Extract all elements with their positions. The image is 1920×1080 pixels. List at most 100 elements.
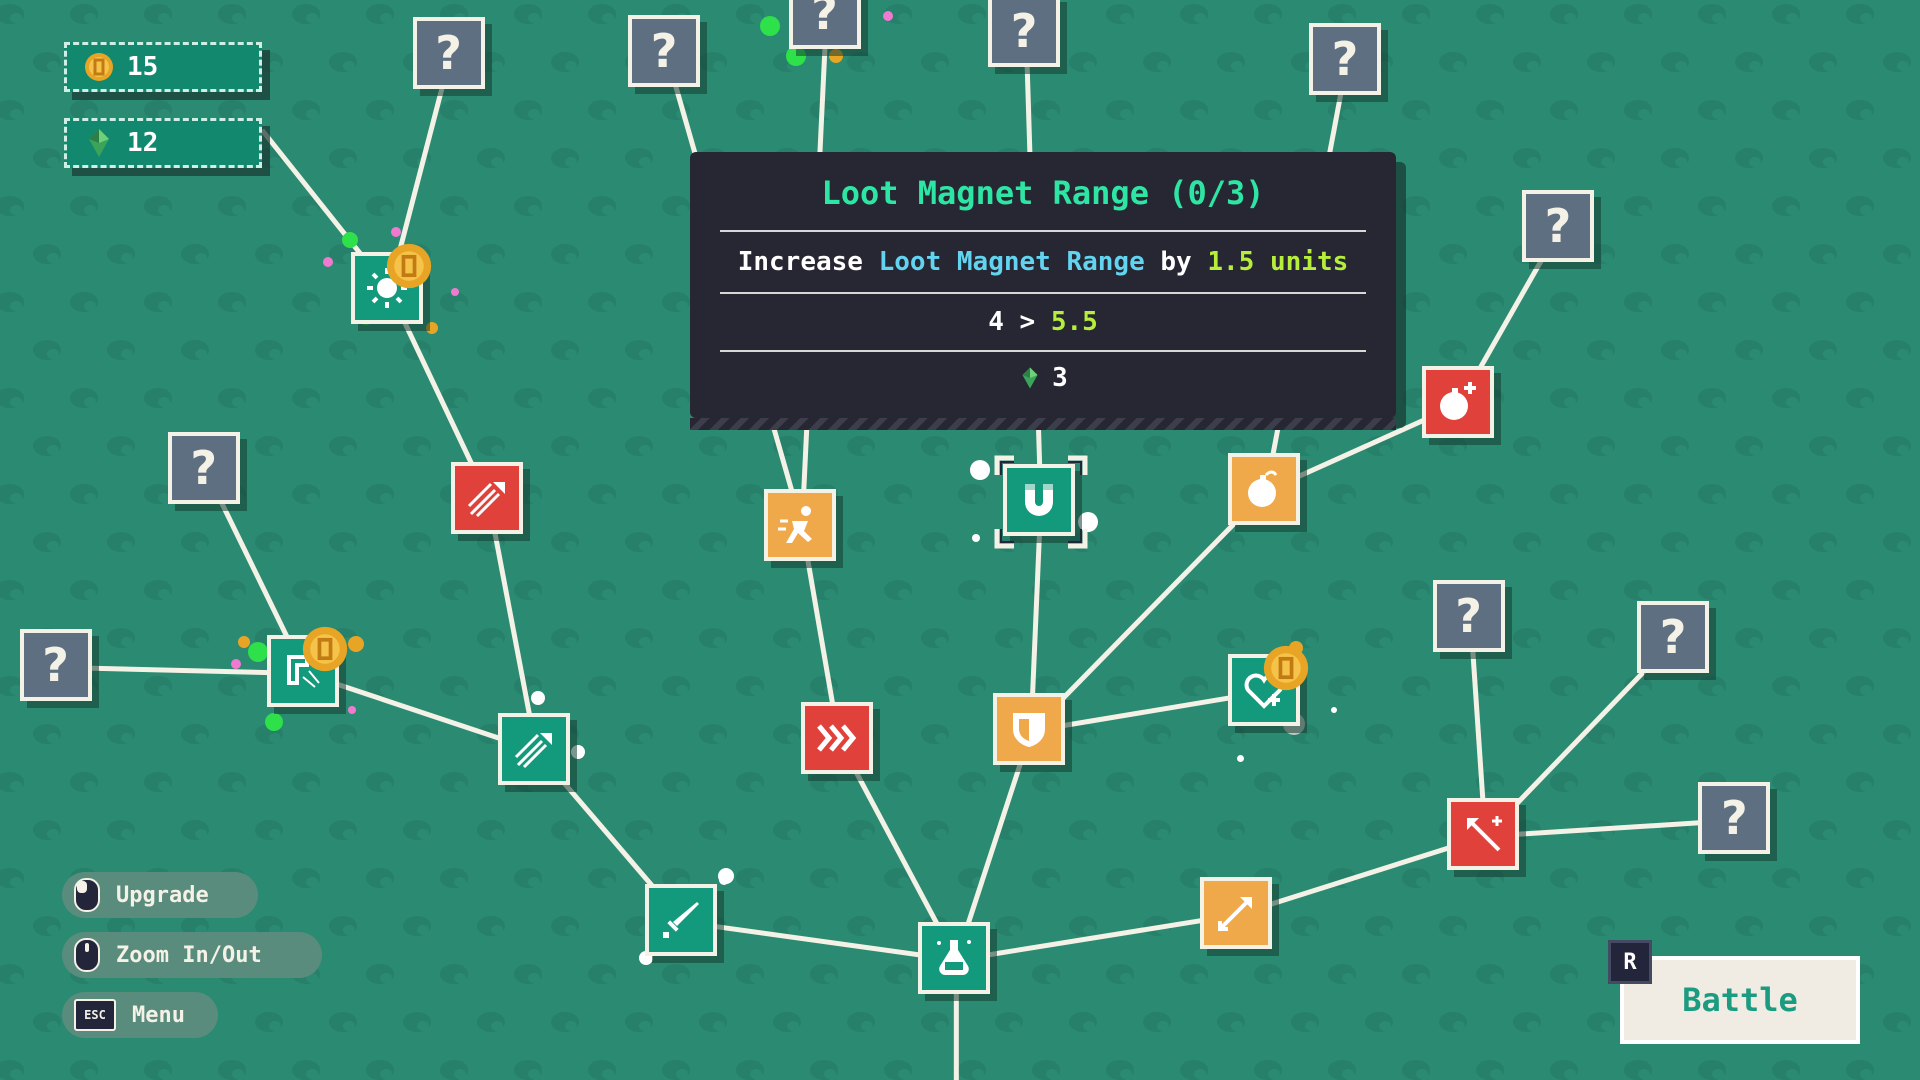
locked-node[interactable]: ? [19, 629, 92, 702]
hint-zoom-label: Zoom In/Out [116, 942, 262, 968]
question-icon: ? [1720, 791, 1748, 846]
gem-icon [1022, 367, 1038, 389]
stat-to: 5.5 [1050, 307, 1098, 337]
locked-node[interactable]: ? [1432, 580, 1505, 653]
locked-node[interactable]: ? [988, 0, 1061, 68]
arrow-node[interactable] [1199, 876, 1272, 949]
tooltip-stat-change: 4 > 5.5 [690, 294, 1396, 350]
upgrade-tooltip: Loot Magnet Range (0/3) Increase Loot Ma… [690, 152, 1396, 430]
particle [1078, 512, 1098, 532]
stat-arrow: > [1019, 307, 1036, 337]
heal-node[interactable] [1228, 645, 1309, 726]
locked-node[interactable]: ? [412, 17, 485, 90]
bomb-plus-node[interactable] [1421, 366, 1494, 439]
dash-node[interactable] [764, 488, 837, 561]
question-icon: ? [435, 26, 462, 81]
speed-node[interactable] [800, 701, 873, 774]
particle [451, 288, 459, 296]
bomb-icon [1248, 470, 1278, 508]
multi-arrow-red-node[interactable] [450, 461, 523, 534]
particle [972, 534, 980, 542]
chevrons-icon [816, 723, 857, 752]
potion-icon [937, 940, 972, 975]
sword-node[interactable] [645, 884, 718, 957]
desc-amount: 1.5 [1207, 247, 1255, 277]
locked-node[interactable]: ? [167, 432, 240, 505]
particle [531, 691, 545, 705]
boomerang-node[interactable] [266, 627, 348, 708]
bomb-plus-icon [1439, 382, 1476, 421]
locked-node[interactable]: ? [788, 0, 861, 49]
coin-icon [85, 53, 113, 81]
potion-node[interactable] [918, 922, 991, 994]
multi-arrow-node[interactable] [498, 712, 571, 785]
particle [760, 16, 780, 36]
question-icon: ? [190, 441, 218, 496]
desc-keyword-magnet: Magnet [956, 247, 1051, 277]
mouse-wheel-icon [74, 938, 100, 972]
arrow-plus-node[interactable] [1447, 798, 1520, 871]
particle [829, 49, 843, 63]
hint-menu: ESC Menu [62, 992, 218, 1038]
skill-tree-screen: ??????????? 15 12 Loot Magnet Range (0/3… [0, 0, 1920, 1080]
bomb-node[interactable] [1228, 453, 1301, 526]
particle [1331, 707, 1337, 713]
locked-node[interactable]: ? [1698, 782, 1771, 855]
desc-by: by [1160, 247, 1192, 277]
esc-key-label: ESC [84, 1008, 106, 1022]
hint-menu-label: Menu [132, 1002, 185, 1028]
coin-icon [387, 244, 432, 289]
locked-node[interactable]: ? [1308, 23, 1381, 96]
question-icon: ? [1010, 4, 1038, 59]
battle-key-label: R [1623, 949, 1637, 975]
coin-counter: 15 [64, 42, 262, 92]
desc-keyword-range: Range [1066, 247, 1145, 277]
cost-value: 3 [1052, 363, 1068, 393]
tooltip-title: Loot Magnet Range (0/3) [821, 174, 1265, 212]
mouse-left-icon [74, 878, 100, 912]
magnet-node[interactable] [1002, 464, 1075, 537]
shield-node[interactable] [993, 693, 1066, 766]
battle-key-hint: R [1608, 940, 1652, 984]
shield-icon [1013, 713, 1046, 748]
locked-node[interactable]: ? [1522, 189, 1594, 262]
question-icon: ? [1455, 589, 1482, 644]
particle [248, 642, 268, 662]
desc-prefix: Increase [737, 247, 863, 277]
esc-key-icon: ESC [74, 999, 116, 1031]
running-man-icon [778, 505, 813, 543]
particle [719, 875, 729, 885]
coin-count: 15 [127, 52, 159, 82]
tooltip-description: Increase Loot Magnet Range by 1.5 units [690, 232, 1396, 292]
stat-from: 4 [988, 307, 1004, 337]
particle [970, 460, 990, 480]
locked-node[interactable]: ? [628, 14, 701, 87]
arrow-icon [1217, 896, 1252, 931]
coin-icon [1263, 645, 1309, 690]
locked-node[interactable]: ? [1637, 601, 1710, 674]
particle [426, 322, 438, 334]
question-icon: ? [1331, 32, 1359, 87]
question-icon: ? [1544, 198, 1572, 253]
particle [1236, 754, 1244, 762]
particle [323, 257, 333, 267]
particle [883, 11, 893, 21]
gem-count: 12 [127, 128, 159, 158]
hint-upgrade: Upgrade [62, 872, 258, 918]
particle [348, 636, 364, 652]
particle [342, 232, 358, 248]
particle [391, 227, 401, 237]
battle-label: Battle [1682, 981, 1798, 1019]
sun-node[interactable] [351, 244, 432, 325]
particle [265, 713, 283, 731]
arrow-plus-icon [1467, 816, 1503, 852]
particle [231, 659, 241, 669]
tree-link [955, 912, 1239, 963]
magnet-icon [1024, 484, 1053, 517]
multi-arrow-icon [515, 732, 553, 768]
particle [238, 636, 250, 648]
battle-button[interactable]: Battle [1620, 956, 1860, 1044]
hint-upgrade-label: Upgrade [116, 882, 209, 908]
particle [571, 745, 585, 759]
question-icon: ? [1659, 610, 1687, 665]
